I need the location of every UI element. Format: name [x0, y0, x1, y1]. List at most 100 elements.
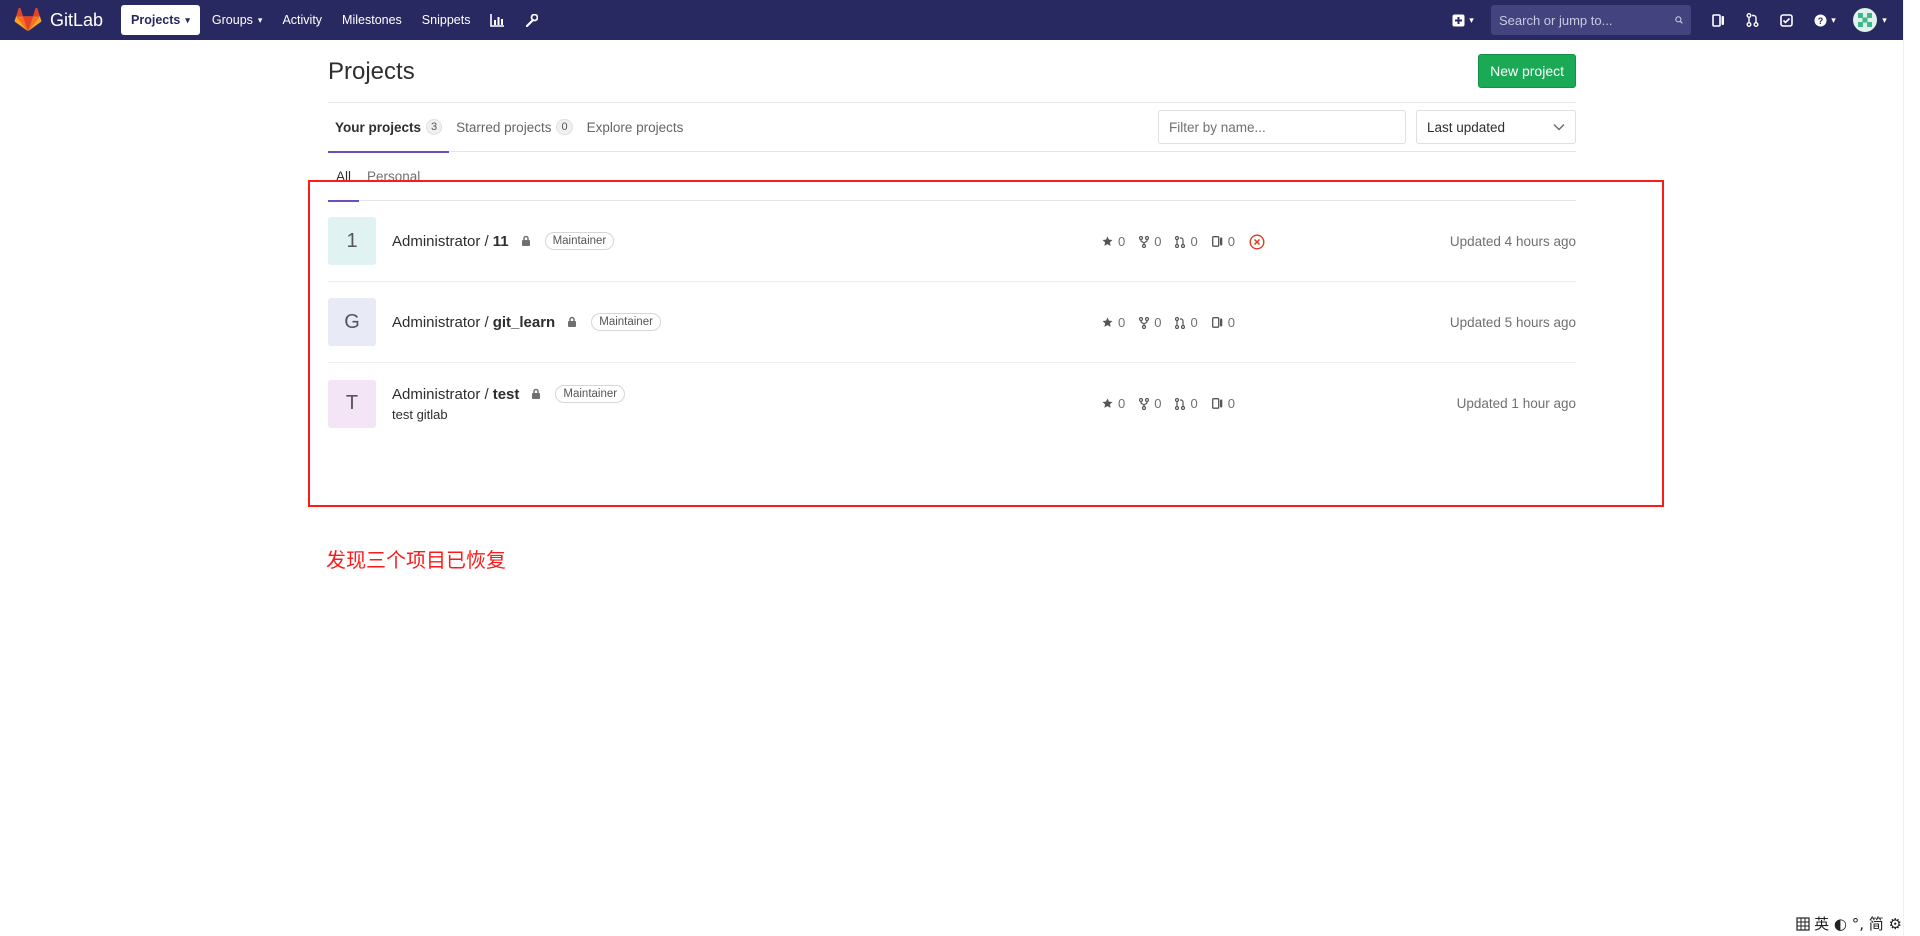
- issues-icon: [1211, 398, 1223, 409]
- chevron-down-icon: ▾: [1469, 14, 1474, 25]
- nav-links: Projects ▾ Groups ▾ Activity Milestones …: [121, 0, 548, 40]
- project-name[interactable]: test: [493, 386, 520, 403]
- project-avatar[interactable]: G: [328, 298, 376, 346]
- stars-count: 0: [1118, 234, 1126, 249]
- chevron-down-icon: ▾: [1882, 14, 1887, 25]
- tab-starred-projects-label: Starred projects: [456, 119, 552, 135]
- wrench-icon[interactable]: [514, 5, 548, 35]
- forks-count: 0: [1154, 396, 1162, 411]
- stars-count: 0: [1118, 315, 1126, 330]
- stars-stat[interactable]: 0: [1102, 396, 1125, 411]
- tab-explore-projects[interactable]: Explore projects: [580, 103, 691, 152]
- subtab-personal[interactable]: Personal: [359, 152, 428, 201]
- svg-text:?: ?: [1818, 16, 1824, 26]
- search-box[interactable]: [1491, 5, 1691, 35]
- project-description: test gitlab: [392, 407, 448, 422]
- forks-stat[interactable]: 0: [1139, 234, 1161, 249]
- scope-subtabs: All Personal: [328, 152, 1576, 202]
- nav-snippets[interactable]: Snippets: [412, 5, 481, 35]
- forks-stat[interactable]: 0: [1139, 396, 1161, 411]
- plus-square-icon: [1452, 14, 1465, 26]
- project-tabs-row: Your projects 3 Starred projects 0 Explo…: [328, 103, 1576, 153]
- merge-requests-stat[interactable]: 0: [1175, 396, 1198, 411]
- lock-icon: [567, 316, 577, 328]
- forks-count: 0: [1154, 234, 1162, 249]
- issues-stat[interactable]: 0: [1211, 234, 1235, 249]
- filter-by-name-input[interactable]: [1158, 110, 1406, 144]
- stars-stat[interactable]: 0: [1102, 234, 1125, 249]
- project-avatar[interactable]: T: [328, 379, 376, 428]
- project-name[interactable]: git_learn: [493, 314, 556, 331]
- project-list: 1 Administrator / 11 Maintainer 0 0 0 0 …: [328, 201, 1576, 444]
- merge-requests-count: 0: [1190, 315, 1198, 330]
- issues-icon[interactable]: [1701, 5, 1735, 35]
- nav-activity[interactable]: Activity: [272, 5, 332, 35]
- ime-status: 英 ◐ °, 简 ⚙: [1814, 915, 1902, 933]
- issues-count: 0: [1227, 315, 1235, 330]
- ime-toolbar[interactable]: 英 ◐ °, 简 ⚙: [1796, 913, 1902, 934]
- stars-stat[interactable]: 0: [1102, 315, 1125, 330]
- count-badge: 3: [426, 119, 443, 135]
- project-name[interactable]: 11: [493, 233, 509, 250]
- role-badge: Maintainer: [591, 313, 661, 331]
- new-project-button[interactable]: New project: [1478, 54, 1576, 88]
- lock-icon: [531, 388, 541, 400]
- fork-icon: [1139, 397, 1150, 410]
- avatar: [1853, 8, 1878, 32]
- project-namespace: Administrator /: [392, 232, 489, 250]
- brand[interactable]: GitLab: [14, 0, 103, 40]
- todo-icon[interactable]: [1769, 5, 1803, 35]
- issues-stat[interactable]: 0: [1211, 396, 1235, 411]
- search-input[interactable]: [1499, 12, 1675, 28]
- search-icon: [1675, 16, 1683, 24]
- forks-count: 0: [1154, 315, 1162, 330]
- merge-request-icon[interactable]: [1735, 5, 1769, 35]
- tab-starred-projects[interactable]: Starred projects 0: [449, 103, 579, 152]
- project-main: Administrator / 11 Maintainer: [392, 232, 615, 250]
- pipeline-failed-icon: [1249, 233, 1265, 250]
- subtab-all[interactable]: All: [328, 152, 360, 202]
- nav-groups[interactable]: Groups ▾: [202, 5, 273, 35]
- project-row: G Administrator / git_learn Maintainer 0…: [328, 282, 1576, 363]
- project-row: T Administrator / test Maintainer test g…: [328, 363, 1576, 444]
- chevron-down-icon: ▾: [1831, 14, 1836, 25]
- project-row: 1 Administrator / 11 Maintainer 0 0 0 0 …: [328, 201, 1576, 282]
- nav-projects[interactable]: Projects ▾: [121, 5, 200, 35]
- top-navbar: GitLab Projects ▾ Groups ▾ Activity Mile…: [0, 0, 1903, 40]
- project-namespace: Administrator /: [392, 313, 489, 331]
- forks-stat[interactable]: 0: [1139, 315, 1161, 330]
- project-title[interactable]: Administrator / 11 Maintainer: [392, 232, 615, 250]
- fork-icon: [1139, 316, 1150, 329]
- main-content: Projects New project Your projects 3 Sta…: [328, 40, 1576, 444]
- project-updated: Updated 1 hour ago: [1456, 396, 1576, 411]
- issues-icon: [1211, 317, 1223, 328]
- user-menu[interactable]: ▾: [1847, 5, 1893, 35]
- project-stats: 0 0 0 0: [1102, 201, 1284, 282]
- star-icon: [1102, 317, 1113, 327]
- scrollbar[interactable]: [1903, 0, 1920, 936]
- nav-snippets-label: Snippets: [421, 13, 471, 27]
- tab-your-projects[interactable]: Your projects 3: [328, 103, 450, 153]
- merge-requests-stat[interactable]: 0: [1175, 315, 1198, 330]
- sort-dropdown[interactable]: Last updated: [1416, 110, 1576, 144]
- page-title: Projects: [328, 58, 415, 85]
- nav-milestones[interactable]: Milestones: [332, 5, 412, 35]
- project-tabs: Your projects 3 Starred projects 0 Explo…: [328, 103, 691, 153]
- project-title[interactable]: Administrator / git_learn Maintainer: [392, 313, 661, 331]
- project-main: Administrator / test Maintainer test git…: [392, 385, 626, 422]
- stars-count: 0: [1118, 396, 1126, 411]
- tab-explore-projects-label: Explore projects: [586, 119, 684, 135]
- help-dropdown[interactable]: ? ▾: [1803, 5, 1847, 35]
- merge-requests-stat[interactable]: 0: [1175, 234, 1198, 249]
- issues-stat[interactable]: 0: [1211, 315, 1235, 330]
- new-dropdown[interactable]: ▾: [1443, 5, 1483, 35]
- nav-projects-label: Projects: [131, 13, 181, 27]
- project-stats: 0 0 0 0: [1102, 363, 1249, 444]
- pipeline-status[interactable]: [1249, 233, 1270, 250]
- chevron-down-icon: ▾: [257, 14, 263, 25]
- project-title[interactable]: Administrator / test Maintainer: [392, 385, 626, 403]
- filters: Last updated: [1158, 110, 1576, 144]
- chart-icon[interactable]: [480, 5, 514, 35]
- project-avatar[interactable]: 1: [328, 217, 376, 265]
- issues-count: 0: [1227, 234, 1235, 249]
